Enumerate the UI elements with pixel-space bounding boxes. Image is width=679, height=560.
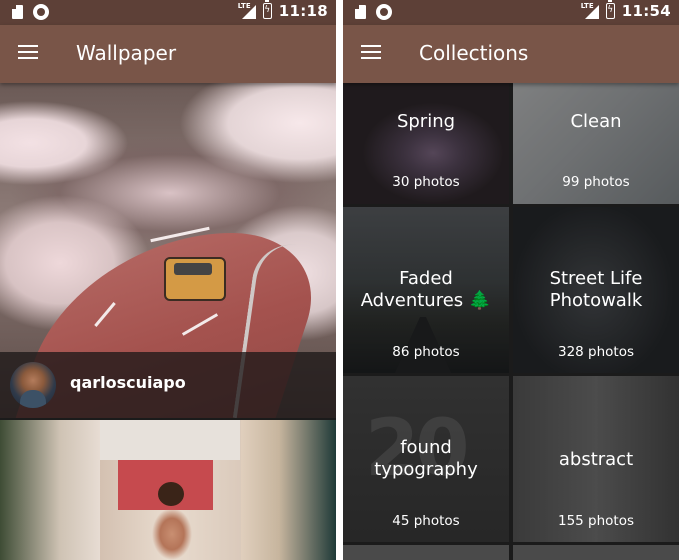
- signal-icon: LTE: [580, 2, 599, 19]
- battery-charging-icon: ϟ: [605, 0, 615, 19]
- photo-author-bar[interactable]: qarloscuiapo: [0, 352, 336, 418]
- network-type-label: LTE: [237, 2, 251, 10]
- photo-building-right: [241, 420, 336, 560]
- page-title: Collections: [419, 41, 529, 65]
- collection-count: 328 photos: [557, 344, 635, 360]
- collection-count: 45 photos: [392, 513, 460, 529]
- app-bar: Collections: [343, 25, 679, 83]
- status-bar: LTE ϟ 11:54: [343, 0, 679, 25]
- page-title: Wallpaper: [76, 41, 177, 65]
- circle-icon: [376, 4, 392, 20]
- circle-icon: [33, 4, 49, 20]
- collection-title: Faded Adventures 🌲: [360, 268, 492, 311]
- status-bar: LTE ϟ 11:18: [0, 0, 336, 25]
- wallpaper-screen: LTE ϟ 11:18 Wallpaper qarloscuiapo: [0, 0, 336, 560]
- app-bar: Wallpaper: [0, 25, 336, 83]
- collection-tile-faded-adventures[interactable]: Faded Adventures 🌲 86 photos: [343, 207, 509, 373]
- collection-title: found typography: [374, 437, 478, 480]
- collection-tile-clean[interactable]: Clean 99 photos: [513, 83, 679, 204]
- feed-photo[interactable]: [0, 420, 336, 560]
- photo-person: [148, 500, 196, 560]
- collection-title: abstract: [558, 449, 634, 470]
- photo-building-left: [0, 420, 100, 560]
- sd-card-icon: [355, 5, 366, 19]
- hamburger-menu-icon[interactable]: [18, 44, 38, 60]
- author-username: qarloscuiapo: [70, 373, 186, 392]
- collection-count: 86 photos: [392, 344, 460, 360]
- photo-sky: [100, 420, 240, 460]
- signal-icon: LTE: [237, 2, 256, 19]
- clock: 11:54: [621, 2, 671, 20]
- collection-tile-found-typography[interactable]: 20 found typography 45 photos: [343, 376, 509, 542]
- avatar[interactable]: [10, 362, 56, 408]
- collections-screen: LTE ϟ 11:54 Collections Spring 30 photos…: [343, 0, 679, 560]
- collection-title: Street Life Photowalk: [549, 268, 643, 311]
- clock: 11:18: [278, 2, 328, 20]
- collection-count: 30 photos: [392, 174, 460, 190]
- collection-tile-spring[interactable]: Spring 30 photos: [343, 83, 509, 204]
- hamburger-menu-icon[interactable]: [361, 44, 381, 60]
- collection-tile[interactable]: [343, 545, 509, 560]
- battery-charging-icon: ϟ: [262, 0, 272, 19]
- collection-tile[interactable]: [513, 545, 679, 560]
- collection-cover: [343, 545, 509, 560]
- network-type-label: LTE: [580, 2, 594, 10]
- collection-tile-street-life-photowalk[interactable]: Street Life Photowalk 328 photos: [513, 207, 679, 373]
- collection-count: 99 photos: [562, 174, 630, 190]
- collection-count: 155 photos: [557, 513, 635, 529]
- photo-taxi: [164, 257, 226, 301]
- collection-title: Spring: [396, 111, 456, 132]
- collection-cover: [513, 545, 679, 560]
- collections-grid: Spring 30 photos Clean 99 photos Faded A…: [343, 83, 679, 560]
- collection-title: Clean: [570, 111, 622, 132]
- sd-card-icon: [12, 5, 23, 19]
- collection-tile-abstract[interactable]: abstract 155 photos: [513, 376, 679, 542]
